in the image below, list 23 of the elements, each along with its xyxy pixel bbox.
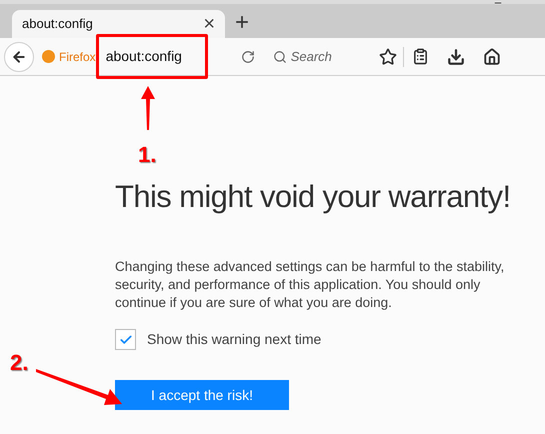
search-field[interactable]: Search xyxy=(290,46,361,66)
checkbox[interactable] xyxy=(115,329,136,350)
arrow xyxy=(140,86,156,130)
new-tab-button[interactable]: + xyxy=(235,11,250,35)
warning-paragraph: Changing these advanced settings can be harmful to the stability, security, and performance of this application. You should only continue if you are sure of what you are doing. xyxy=(115,258,506,312)
tab-title: about:config xyxy=(22,15,93,34)
star-icon[interactable] xyxy=(378,48,397,66)
clipboard-icon[interactable] xyxy=(412,48,429,65)
accept-button[interactable]: I accept the risk! xyxy=(115,380,289,410)
warning-heading: This might void your warranty! xyxy=(115,181,512,212)
check-icon xyxy=(118,332,132,346)
download-icon[interactable] xyxy=(446,48,465,66)
identity-label: Firefox xyxy=(59,48,96,66)
step-number: 2. xyxy=(10,349,28,377)
home-icon[interactable] xyxy=(482,48,501,66)
search-icon xyxy=(272,50,287,64)
tab-close-button[interactable]: × xyxy=(203,14,215,34)
checkbox-label: Show this warning next time xyxy=(147,330,322,349)
url-field[interactable]: about:config xyxy=(106,46,236,67)
step-number: 1. xyxy=(138,141,156,169)
reload-icon[interactable] xyxy=(240,50,255,64)
browser-tab[interactable]: about:config × xyxy=(12,10,225,38)
back-button[interactable] xyxy=(4,42,34,72)
